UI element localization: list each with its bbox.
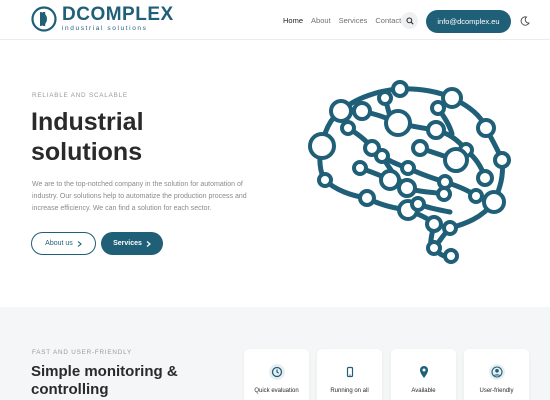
search-icon <box>405 16 414 25</box>
location-pin-icon <box>419 366 428 378</box>
main-nav: Home About Services Contact <box>283 16 401 25</box>
nav-item-contact[interactable]: Contact <box>375 16 401 25</box>
theme-toggle-button[interactable] <box>518 14 531 27</box>
brand-tagline: industrial solutions <box>62 25 148 32</box>
brand-name: DCOMPLEX <box>62 4 174 25</box>
hero-title-line1: Industrial <box>31 108 144 136</box>
services-button[interactable]: Services <box>101 232 163 255</box>
services-label: Services <box>113 240 142 247</box>
chevron-right-icon <box>77 240 82 247</box>
email-button[interactable]: info@dcomplex.eu <box>426 10 511 33</box>
feature-card-user-friendly: User-friendly <box>464 349 529 400</box>
feature-card-running-on-all: Running on all <box>317 349 382 400</box>
nav-item-services[interactable]: Services <box>339 16 368 25</box>
brain-network-illustration <box>308 80 511 264</box>
features-title-line2: controlling <box>31 381 109 398</box>
logo[interactable]: DCOMPLEX industrial solutions <box>31 5 174 33</box>
feature-card-label: Quick evaluation <box>254 388 299 394</box>
hero-description: We are to the top-notched company in the… <box>32 181 247 212</box>
mobile-icon <box>346 366 353 378</box>
features-kicker: FAST AND USER-FRIENDLY <box>32 349 132 356</box>
about-us-label: About us <box>45 240 73 247</box>
hero-title-line2: solutions <box>31 138 143 166</box>
feature-card-label: User-friendly <box>479 388 514 394</box>
features-title-line1: Simple monitoring & <box>31 363 178 380</box>
nav-item-home[interactable]: Home <box>283 16 303 25</box>
clock-icon <box>271 366 282 378</box>
feature-card-label: Running on all <box>330 388 369 394</box>
moon-icon <box>520 15 530 26</box>
search-button[interactable] <box>401 12 418 29</box>
hero-title: Industrial solutions <box>31 107 251 167</box>
nav-item-about[interactable]: About <box>311 16 331 25</box>
logo-mark-icon <box>31 6 57 32</box>
site-header: DCOMPLEX industrial solutions Home About… <box>0 0 550 40</box>
feature-card-available: Available <box>391 349 456 400</box>
feature-card-quick-evaluation: Quick evaluation <box>244 349 309 400</box>
about-us-button[interactable]: About us <box>31 232 96 255</box>
feature-card-label: Available <box>411 388 436 394</box>
hero-kicker: RELIABLE AND SCALABLE <box>32 92 128 99</box>
features-title: Simple monitoring & controlling <box>31 363 211 399</box>
chevron-right-icon <box>146 240 151 247</box>
user-icon <box>490 366 503 378</box>
